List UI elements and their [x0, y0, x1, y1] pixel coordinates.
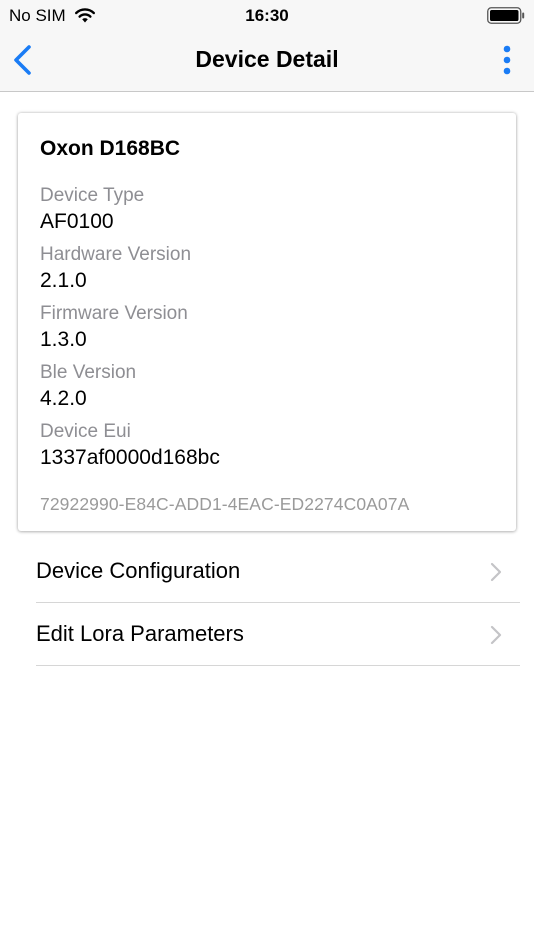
firmware-version-label: Firmware Version	[40, 303, 188, 324]
device-configuration-label: Device Configuration	[36, 558, 241, 583]
firmware-version-value: 1.3.0	[40, 328, 87, 351]
ble-version-value: 4.2.0	[40, 387, 87, 410]
device-name: Oxon D168BC	[40, 137, 181, 160]
device-uuid: 72922990-E84C-ADD1-4EAC-ED2274C0A07A	[40, 494, 410, 514]
page-title: Device Detail	[195, 46, 339, 72]
chevron-right-icon	[490, 625, 502, 645]
device-eui-value: 1337af0000d168bc	[40, 446, 220, 469]
edit-lora-parameters-label: Edit Lora Parameters	[36, 621, 244, 646]
edit-lora-parameters-row[interactable]: Edit Lora Parameters	[36, 603, 520, 666]
device-type-label: Device Type	[40, 185, 145, 206]
battery-icon	[487, 7, 525, 24]
device-info-card: Oxon D168BC Device Type AF0100 Hardware …	[18, 113, 516, 531]
device-eui-label: Device Eui	[40, 421, 131, 442]
device-configuration-row[interactable]: Device Configuration	[36, 540, 520, 603]
chevron-right-icon	[490, 562, 502, 582]
vertical-ellipsis-icon[interactable]	[496, 44, 518, 78]
ble-version-label: Ble Version	[40, 362, 137, 383]
hardware-version-value: 2.1.0	[40, 269, 87, 292]
navigation-bar: Device Detail	[0, 30, 534, 92]
hardware-version-label: Hardware Version	[40, 244, 192, 265]
device-type-value: AF0100	[40, 210, 114, 233]
clock: 16:30	[245, 6, 289, 25]
status-bar: No SIM 16:30	[0, 0, 534, 30]
